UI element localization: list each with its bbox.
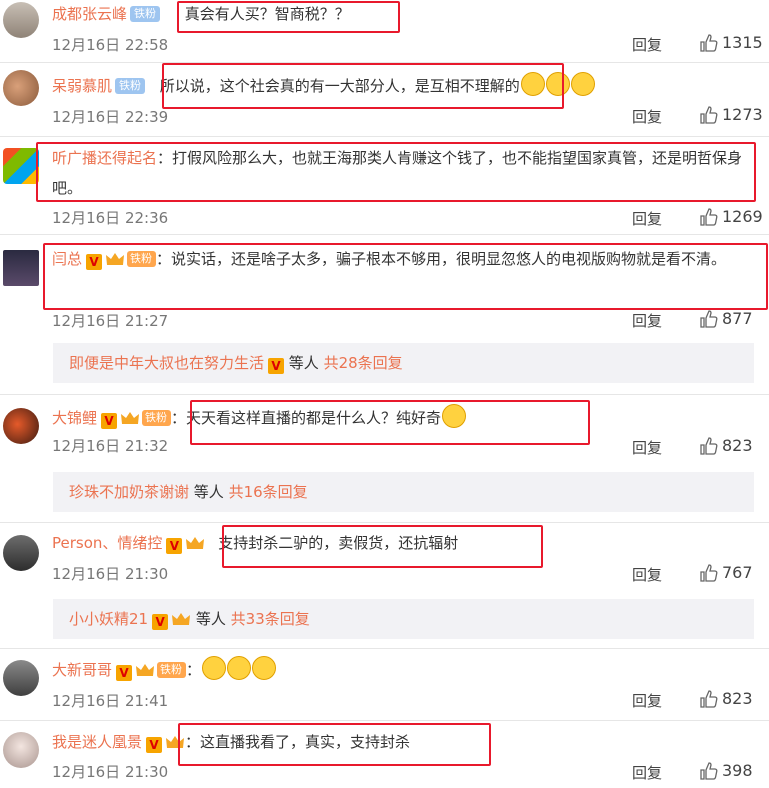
like-button[interactable]: 767 <box>700 563 753 582</box>
reply-button[interactable]: 回复 <box>632 34 662 55</box>
highlight-box <box>177 1 400 33</box>
highlight-box <box>43 243 768 310</box>
avatar[interactable] <box>3 408 39 444</box>
fan-badge: 铁粉 <box>130 6 161 22</box>
commenter-name[interactable]: 我是迷人凰景 <box>52 733 142 751</box>
sub-reply-mid: 等人 <box>195 610 226 628</box>
vip-icon: V <box>116 665 133 681</box>
comment-time: 12月16日 21:27 <box>52 312 169 330</box>
reply-button[interactable]: 回复 <box>632 310 662 331</box>
reply-button[interactable]: 回复 <box>632 208 662 229</box>
more-replies-link[interactable]: 共33条回复 <box>231 610 310 628</box>
avatar[interactable] <box>3 2 39 38</box>
like-count: 877 <box>722 309 753 328</box>
commenter-name[interactable]: 呆弱慕肌 <box>52 77 112 95</box>
commenter-name[interactable]: 成都张云峰 <box>52 5 127 23</box>
like-count: 823 <box>722 689 753 708</box>
comment-time: 12月16日 22:39 <box>52 108 169 126</box>
like-count: 767 <box>722 563 753 582</box>
avatar[interactable] <box>3 535 39 571</box>
divider <box>0 522 769 523</box>
reply-button[interactable]: 回复 <box>632 690 662 711</box>
iron-fan-badge: 铁粉 <box>157 662 187 678</box>
reply-button[interactable]: 回复 <box>632 564 662 585</box>
thumbs-up-icon <box>700 310 718 328</box>
highlight-box <box>190 400 590 445</box>
thumbs-up-icon <box>700 208 718 226</box>
thumbs-up-icon <box>700 106 718 124</box>
divider <box>0 136 769 137</box>
comment-time: 12月16日 22:36 <box>52 209 169 227</box>
vip-icon: V <box>268 358 285 374</box>
divider <box>0 720 769 721</box>
thumbs-up-icon <box>700 34 718 52</box>
commenter-name[interactable]: Person、情绪控 <box>52 534 162 552</box>
more-replies-link[interactable]: 共28条回复 <box>324 354 403 372</box>
emoji-icon <box>570 72 595 96</box>
emoji-icon <box>252 656 277 680</box>
sub-reply-mid: 等人 <box>288 354 319 372</box>
thumbs-up-icon <box>700 690 718 708</box>
thumbs-up-icon <box>700 564 718 582</box>
like-button[interactable]: 1315 <box>700 33 763 52</box>
vip-icon: V <box>101 413 118 429</box>
crown-level-icon <box>172 613 191 625</box>
like-button[interactable]: 1269 <box>700 207 763 226</box>
comment-time: 12月16日 21:32 <box>52 437 169 455</box>
vip-icon: V <box>166 538 183 554</box>
sub-reply-user[interactable]: 即便是中年大叔也在努力生活 <box>69 354 264 372</box>
comment-time: 12月16日 22:58 <box>52 36 169 54</box>
avatar[interactable] <box>3 660 39 696</box>
avatar[interactable] <box>3 70 39 106</box>
thumbs-up-icon <box>700 762 718 780</box>
reply-button[interactable]: 回复 <box>632 437 662 458</box>
iron-fan-badge: 铁粉 <box>142 410 172 426</box>
fan-badge: 铁粉 <box>115 78 146 94</box>
more-replies-link[interactable]: 共16条回复 <box>229 483 308 501</box>
sub-replies[interactable]: 珍珠不加奶茶谢谢 等人 共16条回复 <box>53 472 754 512</box>
comment-time: 12月16日 21:41 <box>52 692 169 710</box>
highlight-box <box>162 63 564 109</box>
reply-button[interactable]: 回复 <box>632 762 662 783</box>
commenter-name[interactable]: 大锦鲤 <box>52 409 97 427</box>
emoji-icon <box>227 656 252 680</box>
vip-icon: V <box>146 737 163 753</box>
like-button[interactable]: 1273 <box>700 105 763 124</box>
emoji-icon <box>202 656 227 680</box>
divider <box>0 234 769 235</box>
commenter-name[interactable]: 大新哥哥 <box>52 661 112 679</box>
like-button[interactable]: 398 <box>700 761 753 780</box>
avatar[interactable] <box>3 732 39 768</box>
like-count: 398 <box>722 761 753 780</box>
like-button[interactable]: 823 <box>700 689 753 708</box>
colon: ： <box>186 661 202 679</box>
sub-replies[interactable]: 即便是中年大叔也在努力生活 V 等人 共28条回复 <box>53 343 754 383</box>
like-count: 823 <box>722 436 753 455</box>
comment-time: 12月16日 21:30 <box>52 763 169 781</box>
sub-replies[interactable]: 小小妖精21 V 等人 共33条回复 <box>53 599 754 639</box>
comment-time: 12月16日 21:30 <box>52 565 169 583</box>
divider <box>0 648 769 649</box>
like-button[interactable]: 877 <box>700 309 753 328</box>
crown-level-icon <box>136 664 155 676</box>
avatar[interactable] <box>3 148 39 184</box>
sub-reply-user[interactable]: 珍珠不加奶茶谢谢 <box>69 483 189 501</box>
like-button[interactable]: 823 <box>700 436 753 455</box>
divider <box>0 394 769 395</box>
sub-reply-user[interactable]: 小小妖精21 <box>69 610 148 628</box>
crown-level-icon <box>186 537 205 549</box>
highlight-box <box>36 142 756 202</box>
like-count: 1273 <box>722 105 763 124</box>
like-count: 1269 <box>722 207 763 226</box>
crown-level-icon <box>121 412 140 424</box>
sub-reply-mid: 等人 <box>193 483 224 501</box>
reply-button[interactable]: 回复 <box>632 106 662 127</box>
like-count: 1315 <box>722 33 763 52</box>
avatar[interactable] <box>3 250 39 286</box>
highlight-box <box>222 525 543 568</box>
thumbs-up-icon <box>700 437 718 455</box>
colon: ： <box>171 409 187 427</box>
vip-icon: V <box>152 614 169 630</box>
highlight-box <box>178 723 491 766</box>
